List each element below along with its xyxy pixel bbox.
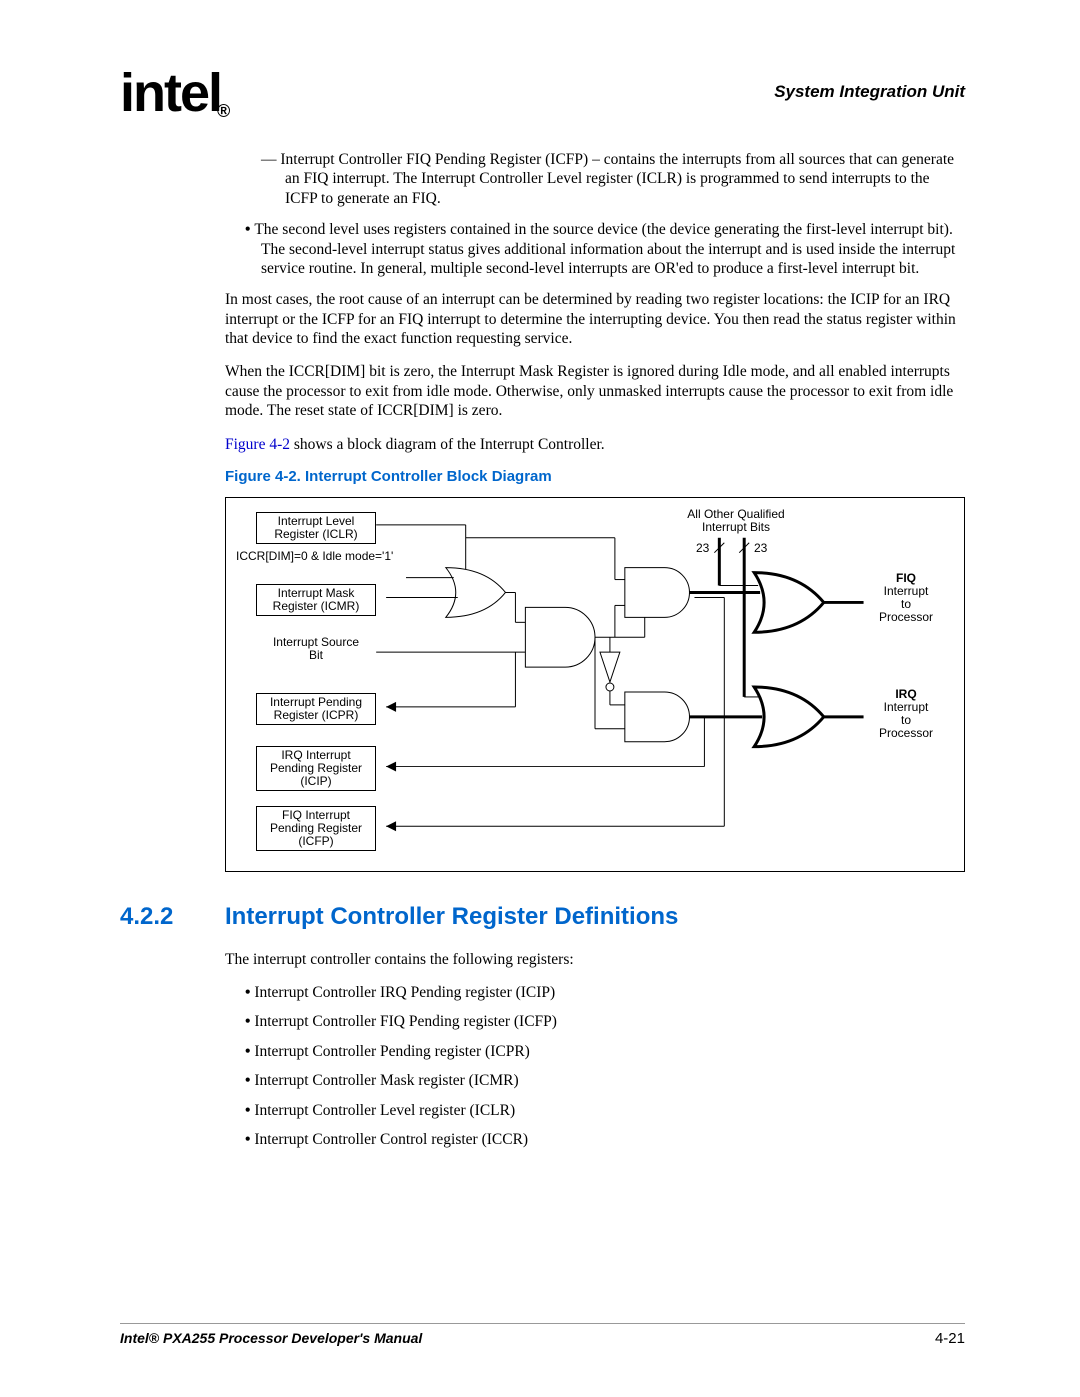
diagram-label: 23	[696, 542, 709, 555]
section-heading: 4.2.2 Interrupt Controller Register Defi…	[225, 902, 965, 932]
chapter-title: System Integration Unit	[774, 82, 965, 102]
diagram-label: Interrupt MaskRegister (ICMR)	[256, 584, 376, 616]
list-item: Interrupt Controller Control register (I…	[261, 1130, 965, 1149]
bullet-item: The second level uses registers containe…	[225, 220, 965, 278]
paragraph: The interrupt controller contains the fo…	[225, 950, 965, 969]
dash-item: — Interrupt Controller FIQ Pending Regis…	[225, 150, 965, 208]
paragraph: When the ICCR[DIM] bit is zero, the Inte…	[225, 362, 965, 420]
diagram-label: FIQ InterruptPending Register(ICFP)	[256, 806, 376, 852]
list-item: Interrupt Controller Level register (ICL…	[261, 1101, 965, 1120]
register-list: Interrupt Controller IRQ Pending registe…	[225, 983, 965, 1149]
figure-link[interactable]: Figure 4-2	[225, 436, 290, 453]
diagram-label: All Other QualifiedInterrupt Bits	[666, 508, 806, 534]
diagram-label: IRQInterrupttoProcessor	[866, 688, 946, 741]
block-diagram: Interrupt LevelRegister (ICLR) ICCR[DIM]…	[225, 497, 965, 872]
list-item: Interrupt Controller Mask register (ICMR…	[261, 1071, 965, 1090]
diagram-label: Interrupt LevelRegister (ICLR)	[256, 512, 376, 544]
diagram-label: 23	[754, 542, 767, 555]
figure-caption: Figure 4-2. Interrupt Controller Block D…	[225, 468, 965, 487]
diagram-label: FIQInterrupttoProcessor	[866, 572, 946, 625]
paragraph: In most cases, the root cause of an inte…	[225, 290, 965, 348]
diagram-label: ICCR[DIM]=0 & Idle mode='1'	[236, 550, 414, 563]
section-number: 4.2.2	[120, 902, 173, 932]
list-item: Interrupt Controller Pending register (I…	[261, 1042, 965, 1061]
list-item: Interrupt Controller FIQ Pending registe…	[261, 1012, 965, 1031]
intel-logo: intel®	[120, 62, 232, 124]
page-footer: Intel® PXA255 Processor Developer's Manu…	[120, 1323, 965, 1347]
diagram-label: Interrupt PendingRegister (ICPR)	[256, 693, 376, 725]
paragraph: Figure 4-2 shows a block diagram of the …	[225, 435, 965, 454]
diagram-label: Interrupt SourceBit	[256, 636, 376, 662]
page-content: — Interrupt Controller FIQ Pending Regis…	[225, 150, 965, 1159]
diagram-label: IRQ InterruptPending Register(ICIP)	[256, 746, 376, 792]
list-item: Interrupt Controller IRQ Pending registe…	[261, 983, 965, 1002]
footer-title: Intel® PXA255 Processor Developer's Manu…	[120, 1330, 422, 1347]
page-number: 4-21	[935, 1330, 965, 1347]
